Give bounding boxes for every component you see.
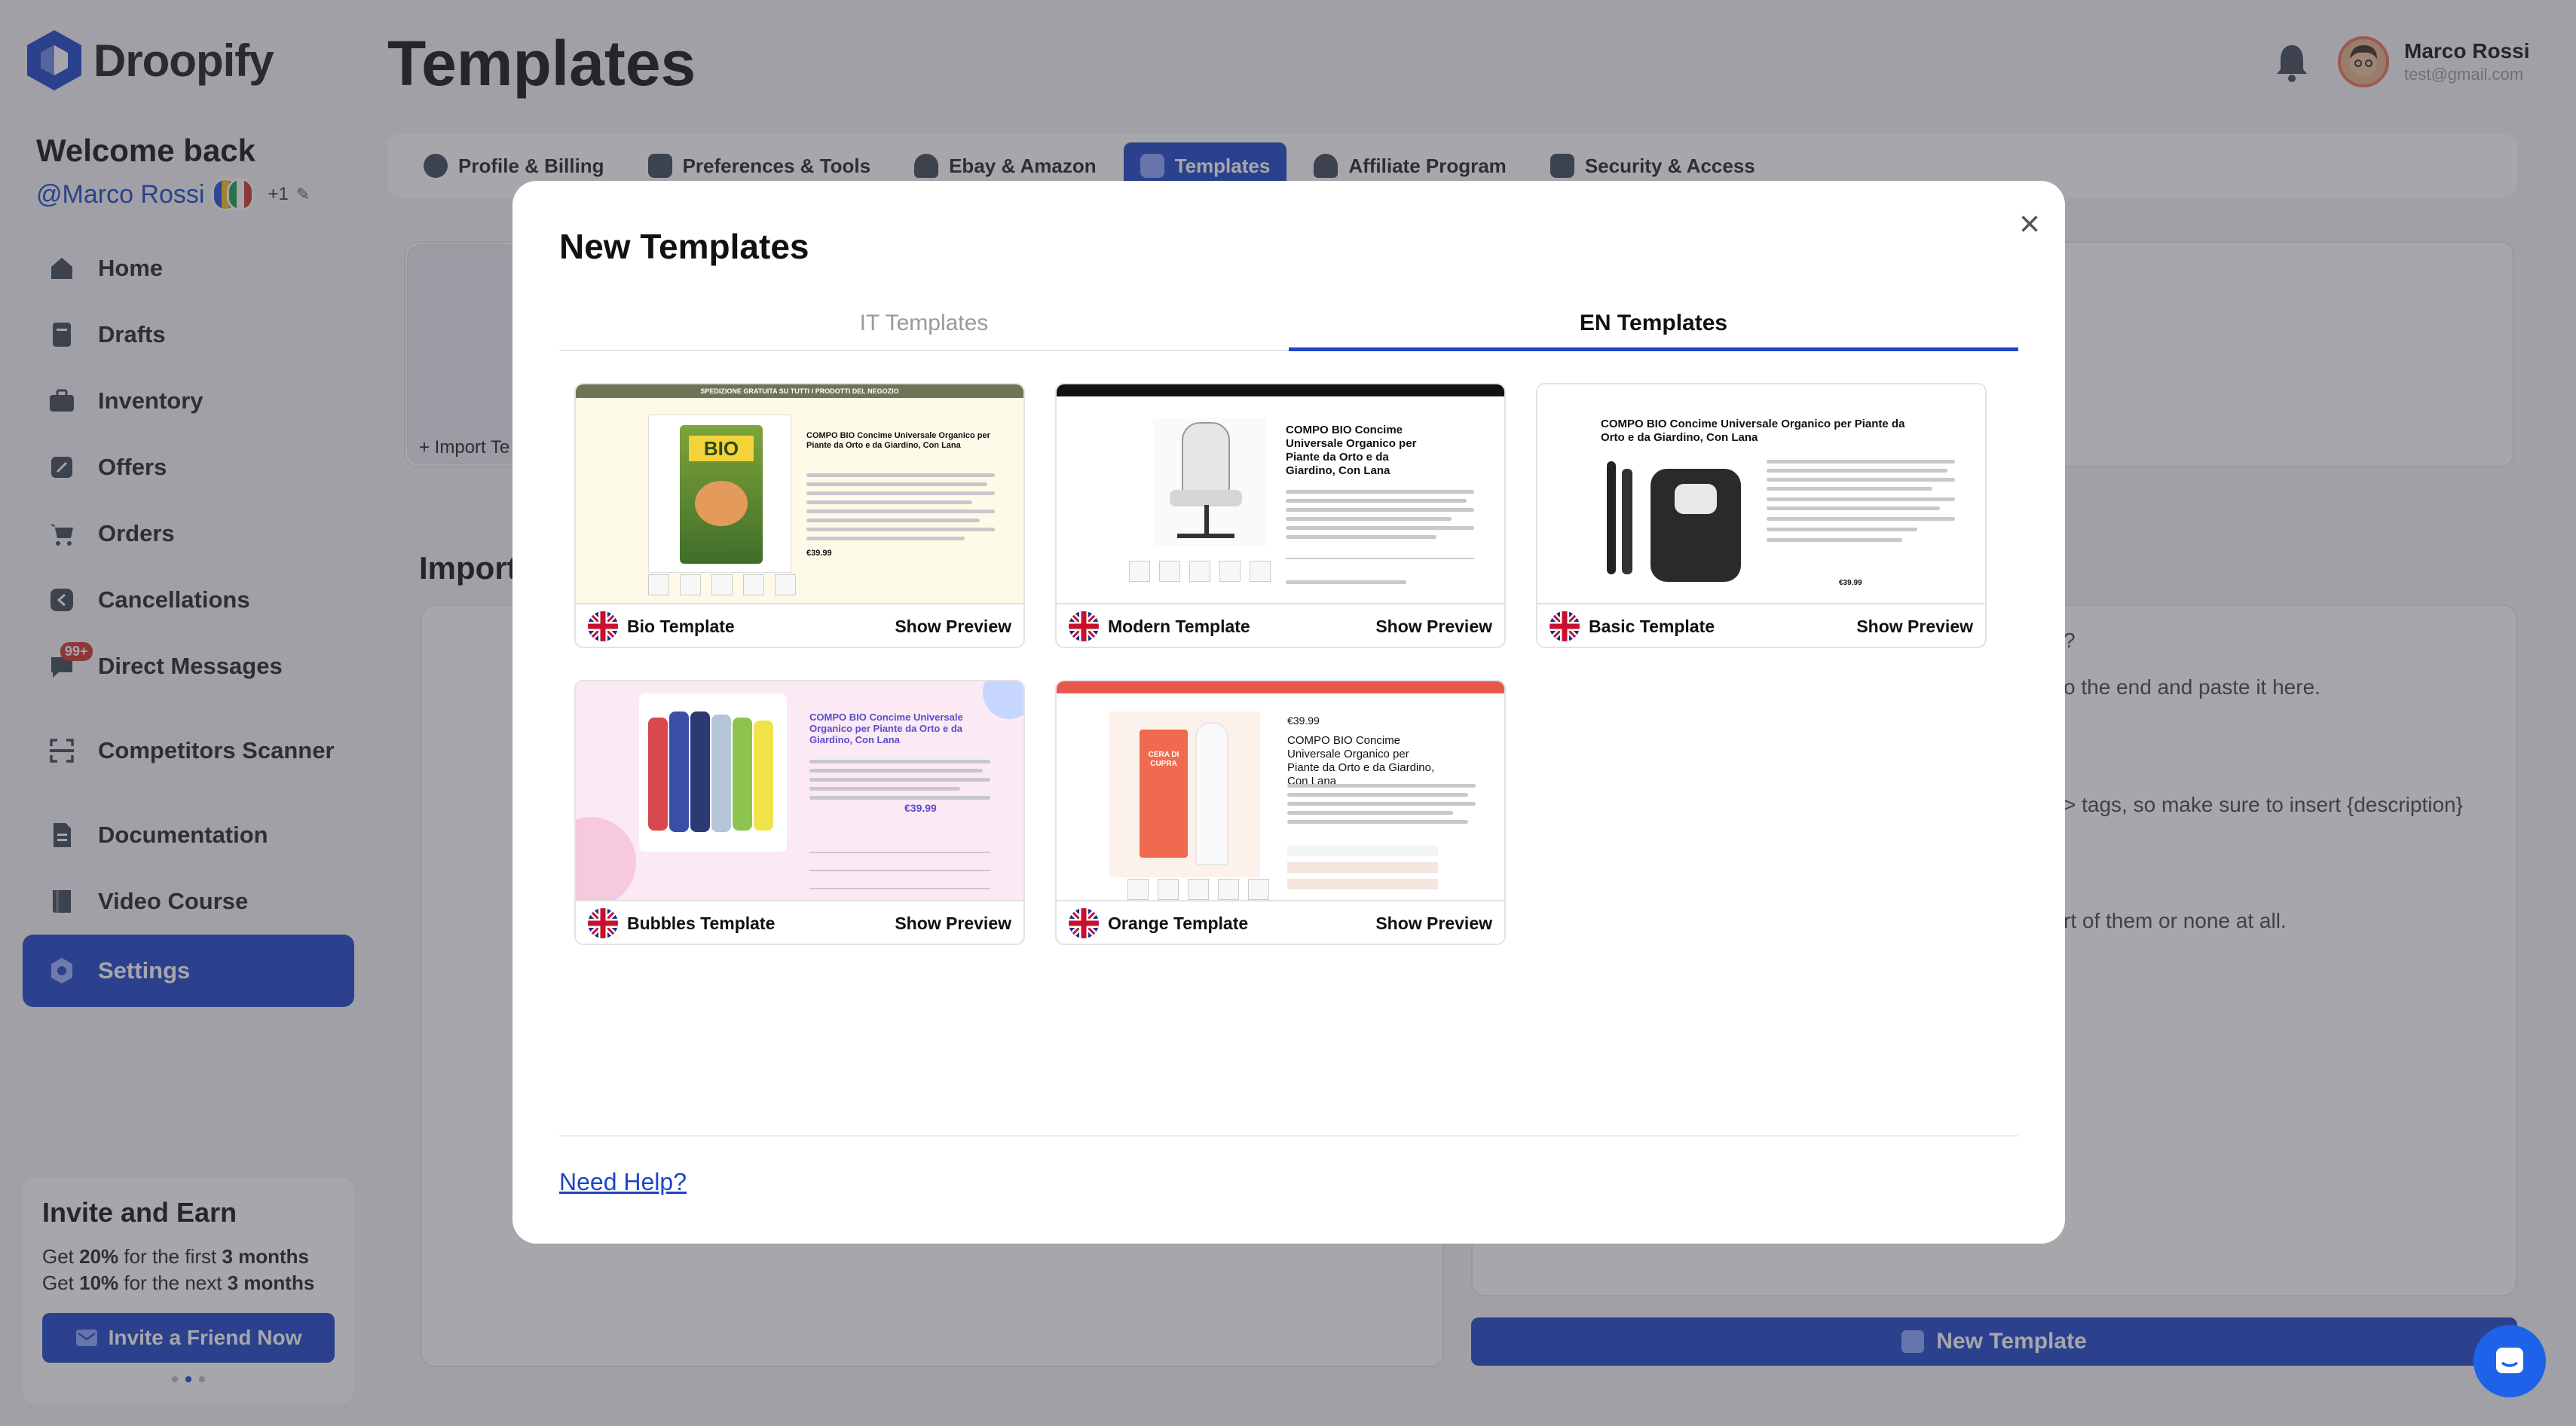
bio-banner: SPEDIZIONE GRATUITA SU TUTTI I PRODOTTI …: [576, 384, 1023, 398]
chat-support-button[interactable]: [2474, 1325, 2546, 1397]
uk-flag-icon: [588, 908, 618, 938]
close-icon[interactable]: ×: [2011, 204, 2048, 244]
uk-flag-icon: [588, 611, 618, 641]
preview-price: €39.99: [1839, 579, 1862, 587]
tab-it-templates[interactable]: IT Templates: [559, 304, 1289, 351]
uk-flag-icon: [1069, 908, 1099, 938]
template-name: Basic Template: [1589, 616, 1715, 636]
preview-title: COMPO BIO Concime Universale Organico pe…: [1287, 734, 1435, 788]
chat-icon: [2496, 1348, 2523, 1373]
template-card-orange[interactable]: CERA DI CUPRA €39.99 COMPO BIO Concime U…: [1055, 680, 1506, 945]
template-card-bio[interactable]: SPEDIZIONE GRATUITA SU TUTTI I PRODOTTI …: [574, 383, 1025, 648]
preview-price: €39.99: [904, 802, 937, 814]
template-thumbnail: SPEDIZIONE GRATUITA SU TUTTI I PRODOTTI …: [576, 384, 1023, 603]
show-preview-link[interactable]: Show Preview: [895, 913, 1011, 934]
template-card-footer: Bubbles Template Show Preview: [576, 900, 1023, 944]
template-card-footer: Bio Template Show Preview: [576, 603, 1023, 647]
show-preview-link[interactable]: Show Preview: [1856, 617, 1973, 637]
template-thumbnail: COMPO BIO Concime Universale Organico pe…: [576, 681, 1023, 900]
modal-divider: [559, 1135, 2018, 1137]
bio-bag-label: BIO: [689, 436, 754, 461]
uk-flag-icon: [1069, 611, 1099, 641]
modal-title: New Templates: [559, 227, 809, 266]
template-card-footer: Modern Template Show Preview: [1057, 603, 1504, 647]
need-help-link[interactable]: Need Help?: [559, 1168, 687, 1196]
template-card-modern[interactable]: COMPO BIO Concime Universale Organico pe…: [1055, 383, 1506, 648]
tab-en-templates[interactable]: EN Templates: [1289, 304, 2018, 351]
template-name: Bubbles Template: [627, 913, 776, 933]
preview-price: €39.99: [806, 549, 832, 558]
show-preview-link[interactable]: Show Preview: [895, 617, 1011, 637]
show-preview-link[interactable]: Show Preview: [1375, 617, 1492, 637]
preview-title: COMPO BIO Concime Universale Organico pe…: [809, 711, 963, 745]
template-card-footer: Orange Template Show Preview: [1057, 900, 1504, 944]
show-preview-link[interactable]: Show Preview: [1375, 913, 1492, 934]
preview-title: COMPO BIO Concime Universale Organico pe…: [1286, 424, 1417, 477]
template-card-bubbles[interactable]: COMPO BIO Concime Universale Organico pe…: [574, 680, 1025, 945]
uk-flag-icon: [1550, 611, 1580, 641]
template-thumbnail: COMPO BIO Concime Universale Organico pe…: [1057, 384, 1504, 603]
template-thumbnail: CERA DI CUPRA €39.99 COMPO BIO Concime U…: [1057, 681, 1504, 900]
template-card-footer: Basic Template Show Preview: [1537, 603, 1985, 647]
template-card-basic[interactable]: COMPO BIO Concime Universale Organico pe…: [1536, 383, 1987, 648]
template-name: Bio Template: [627, 616, 735, 636]
orange-brand-label: CERA DI CUPRA: [1148, 751, 1179, 768]
new-templates-modal: × New Templates IT Templates EN Template…: [512, 181, 2065, 1244]
template-name: Orange Template: [1108, 913, 1249, 933]
preview-title: COMPO BIO Concime Universale Organico pe…: [806, 431, 990, 450]
preview-title: COMPO BIO Concime Universale Organico pe…: [1601, 418, 1905, 444]
template-thumbnail: COMPO BIO Concime Universale Organico pe…: [1537, 384, 1985, 603]
preview-price: €39.99: [1287, 715, 1320, 727]
template-name: Modern Template: [1108, 616, 1250, 636]
template-language-tabs: IT Templates EN Templates: [559, 304, 2018, 351]
